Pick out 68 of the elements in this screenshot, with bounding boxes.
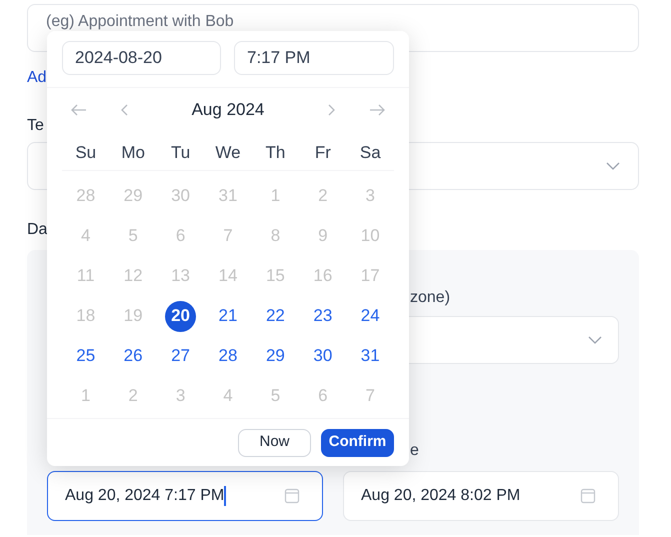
day-cell-text: 19 (122, 305, 144, 328)
day-cell-text: 2 (127, 385, 139, 408)
field-label: zone) (410, 288, 450, 308)
field-label: Da (27, 220, 48, 238)
chevron-down-icon (588, 336, 602, 344)
day-cell-text: 7 (222, 225, 234, 248)
end-time-field[interactable]: Aug 20, 2024 8:02 PM (343, 471, 619, 521)
weekday-label: We (214, 142, 242, 164)
day-cell-text: 31 (218, 185, 238, 208)
day-cell[interactable]: 20 (165, 300, 196, 332)
day-cell-text: 10 (360, 225, 381, 248)
day-cell-text: 3 (174, 385, 186, 408)
day-cell-text: 5 (270, 385, 282, 408)
day-cell-text: 15 (264, 265, 286, 288)
add-link[interactable]: Ad (27, 66, 47, 86)
calendar-icon (284, 488, 300, 504)
day-cell-text: 30 (170, 185, 192, 208)
title-field[interactable]: (eg) Appointment with Bob (27, 4, 639, 52)
day-cell[interactable]: 21 (212, 300, 244, 332)
day-cell-text: 5 (127, 225, 139, 248)
day-cell-text: 6 (317, 385, 329, 408)
day-cell-text: 16 (312, 265, 334, 288)
day-cell-text: 3 (364, 185, 376, 208)
day-cell-text: 13 (170, 265, 192, 288)
weekday-label: Mo (120, 142, 146, 164)
day-cell-text: 4 (80, 225, 92, 248)
day-cell-text: 11 (76, 265, 96, 288)
weekday-label: Fr (314, 142, 332, 164)
day-cell[interactable]: 31 (354, 340, 386, 372)
day-cell-text: 12 (122, 265, 144, 288)
field-label: Te (27, 116, 44, 134)
day-cell[interactable]: 25 (70, 340, 102, 372)
day-cell-text: 1 (80, 385, 92, 408)
now-button[interactable]: Now (238, 428, 311, 456)
day-cell[interactable]: 22 (260, 300, 291, 332)
previous-year-icon[interactable] (69, 104, 89, 116)
day-cell-text: 17 (360, 265, 381, 288)
time-input[interactable]: 7:17 PM (234, 41, 394, 75)
day-cell-text: 28 (75, 185, 96, 208)
day-cell[interactable]: 23 (307, 300, 338, 332)
day-cell-text: 7 (364, 385, 376, 408)
next-year-icon[interactable] (367, 104, 387, 116)
day-cell-text: 2 (317, 185, 329, 208)
day-cell-text: 29 (122, 185, 144, 208)
start-time-field[interactable]: Aug 20, 2024 7:17 PM (47, 471, 323, 521)
weekday-label: Tu (170, 142, 192, 164)
calendar-icon (580, 488, 596, 504)
day-cell[interactable]: 26 (118, 340, 149, 372)
day-cell-text: 6 (174, 225, 186, 248)
day-cell[interactable]: 28 (212, 340, 244, 372)
day-cell-text: 9 (317, 225, 329, 248)
field-label: e (410, 441, 419, 461)
confirm-button[interactable]: Confirm (321, 428, 394, 456)
weekday-label: Su (74, 142, 98, 164)
day-cell[interactable]: 29 (260, 340, 291, 372)
day-cell-text: 4 (222, 385, 234, 408)
weekday-label: Sa (358, 142, 382, 164)
chevron-down-icon (606, 162, 620, 170)
day-cell-text: 14 (218, 265, 238, 288)
date-input[interactable]: 2024-08-20 (62, 41, 221, 75)
weekday-label: Th (264, 142, 286, 164)
day-cell[interactable]: 27 (165, 340, 196, 372)
day-cell-text: 1 (270, 185, 282, 208)
day-cell[interactable]: 30 (307, 340, 338, 372)
day-cell-text: 18 (75, 305, 96, 328)
day-cell-text: 8 (270, 225, 282, 248)
month-title: Aug 2024 (190, 99, 266, 122)
day-cell[interactable]: 24 (354, 300, 386, 332)
